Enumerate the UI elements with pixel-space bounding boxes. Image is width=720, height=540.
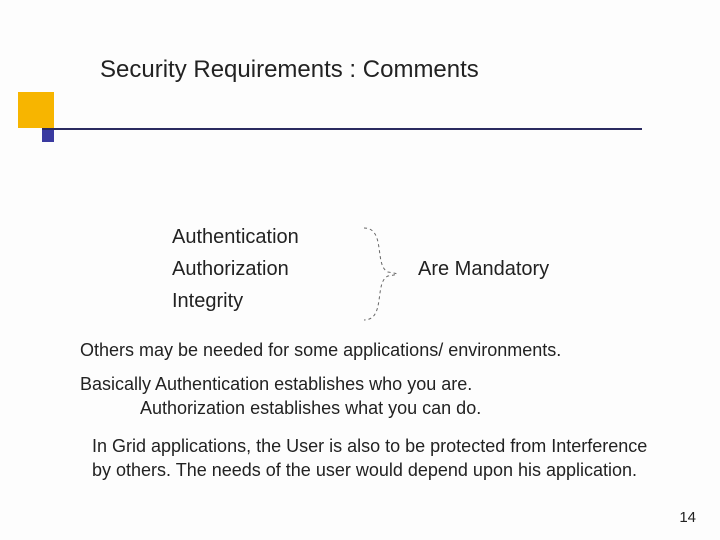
paragraph-grid: In Grid applications, the User is also t…	[92, 434, 652, 483]
accent-block-blue	[42, 130, 54, 142]
paragraph-others: Others may be needed for some applicatio…	[80, 338, 561, 362]
list-item: Authorization	[172, 254, 299, 284]
requirements-list: Authentication Authorization Integrity	[172, 222, 299, 318]
brace-icon	[360, 226, 410, 322]
list-item: Integrity	[172, 286, 299, 316]
page-number: 14	[679, 509, 696, 526]
text-line: Authorization establishes what you can d…	[140, 396, 481, 420]
mandatory-label: Are Mandatory	[418, 258, 549, 281]
paragraph-basically: Basically Authentication establishes who…	[80, 372, 481, 421]
title-underline	[42, 128, 642, 130]
accent-block-yellow	[18, 92, 54, 128]
text-line: Basically Authentication establishes who…	[80, 374, 472, 394]
list-item: Authentication	[172, 222, 299, 252]
slide-title: Security Requirements : Comments	[100, 56, 479, 84]
